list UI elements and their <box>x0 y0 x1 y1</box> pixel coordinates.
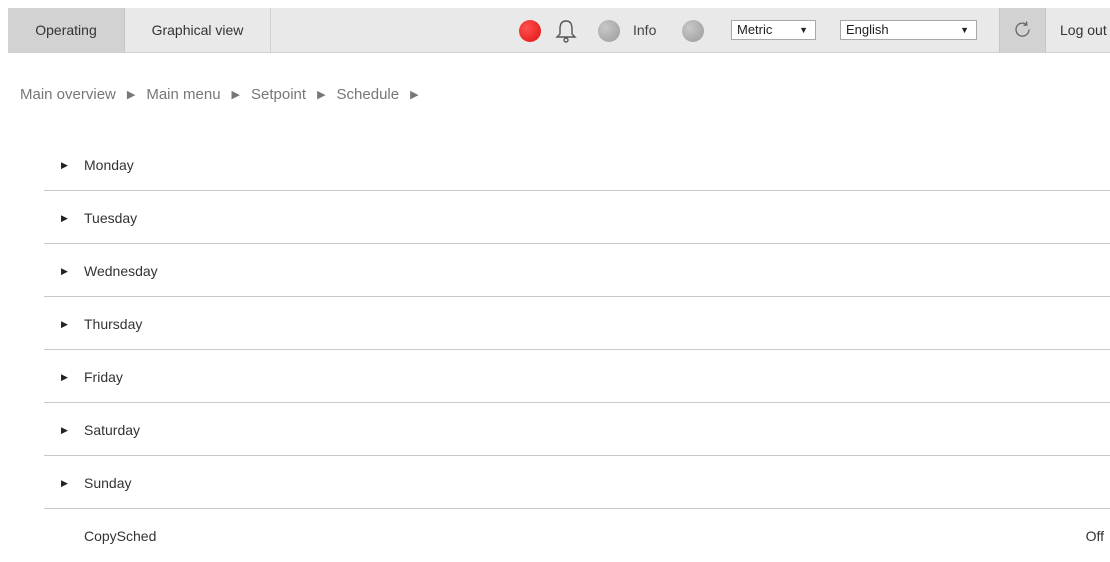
expand-arrow-icon: ▶ <box>61 319 68 329</box>
expand-arrow-icon: ▶ <box>61 213 68 223</box>
day-label: Sunday <box>84 475 132 491</box>
breadcrumb: Main overview ▶ Main menu ▶ Setpoint ▶ Schedul… <box>20 86 430 103</box>
day-label: Saturday <box>84 422 141 438</box>
breadcrumb-item[interactable]: Main overview <box>20 86 116 103</box>
day-row-monday[interactable]: ▶ Monday <box>44 138 1110 191</box>
day-label: Tuesday <box>84 210 138 226</box>
expand-arrow-icon: ▶ <box>61 425 68 435</box>
copy-sched-row[interactable]: CopySched Off <box>44 509 1110 562</box>
day-row-sunday[interactable]: ▶ Sunday <box>44 456 1110 509</box>
top-bar: Operating Graphical view Info Metric ▼ E… <box>0 0 1110 62</box>
refresh-icon <box>1015 21 1030 37</box>
schedule-day-list: ▶ Monday ▶ Tuesday ▶ Wednesday ▶ Thursda… <box>44 138 1110 562</box>
refresh-button[interactable] <box>999 8 1046 53</box>
expand-arrow-icon: ▶ <box>61 160 68 170</box>
tab-operating[interactable]: Operating <box>8 8 125 53</box>
day-row-friday[interactable]: ▶ Friday <box>44 350 1110 403</box>
status-indicator[interactable] <box>682 20 704 42</box>
expand-arrow-icon: ▶ <box>61 266 68 276</box>
copy-sched-label: CopySched <box>84 528 157 544</box>
breadcrumb-item[interactable]: Main menu <box>146 86 220 103</box>
breadcrumb-separator-icon: ▶ <box>231 89 241 101</box>
day-label: Wednesday <box>84 263 158 279</box>
day-row-saturday[interactable]: ▶ Saturday <box>44 403 1110 456</box>
day-label: Thursday <box>84 316 143 332</box>
info-label[interactable]: Info <box>633 8 656 53</box>
day-row-thursday[interactable]: ▶ Thursday <box>44 297 1110 350</box>
language-select[interactable]: English ▼ <box>840 20 977 40</box>
day-row-tuesday[interactable]: ▶ Tuesday <box>44 191 1110 244</box>
breadcrumb-separator-icon: ▶ <box>317 89 326 101</box>
breadcrumb-separator-icon: ▶ <box>126 89 136 101</box>
copy-sched-value[interactable]: Off <box>1086 528 1104 544</box>
logout-link[interactable]: Log out <box>1060 8 1107 53</box>
tab-graphical-view[interactable]: Graphical view <box>125 8 271 53</box>
breadcrumb-item[interactable]: Setpoint <box>251 86 306 103</box>
units-select-value: Metric <box>737 22 773 37</box>
expand-arrow-icon: ▶ <box>61 478 68 488</box>
day-label: Friday <box>84 369 123 385</box>
expand-arrow-icon: ▶ <box>61 372 68 382</box>
units-select[interactable]: Metric ▼ <box>731 20 816 40</box>
day-label: Monday <box>84 157 134 173</box>
alarm-indicator[interactable] <box>519 20 541 42</box>
language-select-value: English <box>846 22 889 37</box>
chevron-down-icon: ▼ <box>799 25 808 35</box>
day-row-wednesday[interactable]: ▶ Wednesday <box>44 244 1110 297</box>
info-indicator[interactable] <box>598 20 620 42</box>
bell-icon[interactable] <box>555 19 577 43</box>
breadcrumb-separator-icon: ▶ <box>410 89 419 101</box>
chevron-down-icon: ▼ <box>960 25 969 35</box>
breadcrumb-item[interactable]: Schedule <box>337 86 400 103</box>
